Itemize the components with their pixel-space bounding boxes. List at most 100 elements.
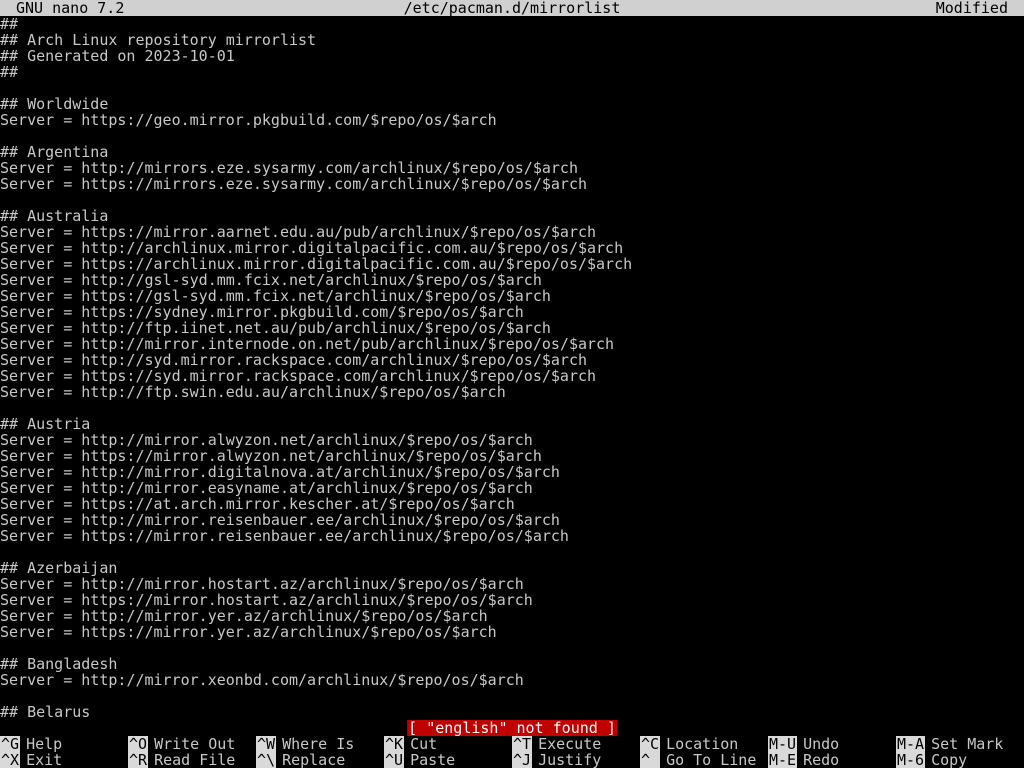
status-message: [ "english" not found ] <box>407 719 617 737</box>
shortcut-replace[interactable]: ^\ Replace <box>256 752 384 768</box>
editor-line[interactable]: Server = https://gsl-syd.mm.fcix.net/arc… <box>0 288 1024 304</box>
editor-line[interactable]: Server = http://mirror.digitalnova.at/ar… <box>0 464 1024 480</box>
editor-line[interactable] <box>0 128 1024 144</box>
editor-line[interactable]: Server = https://mirror.yer.az/archlinux… <box>0 624 1024 640</box>
editor-line[interactable]: ## Austria <box>0 416 1024 432</box>
editor-line[interactable]: ## Arch Linux repository mirrorlist <box>0 32 1024 48</box>
title-bar: GNU nano 7.2 /etc/pacman.d/mirrorlist Mo… <box>0 0 1024 16</box>
editor-line[interactable]: Server = http://mirrors.eze.sysarmy.com/… <box>0 160 1024 176</box>
shortcut-execute[interactable]: ^T Execute <box>512 736 640 752</box>
modified-indicator: Modified <box>935 0 1008 16</box>
shortcut-exit[interactable]: ^X Exit <box>0 752 128 768</box>
shortcut-label: Help <box>26 736 63 752</box>
shortcut-key: ^T <box>512 736 533 752</box>
shortcut-label: Replace <box>282 752 346 768</box>
editor-line[interactable]: ## Australia <box>0 208 1024 224</box>
editor-line[interactable]: ## Azerbaijan <box>0 560 1024 576</box>
shortcut-row-top: ^G Help ^O Write Out ^W Where Is ^K Cut ^T Execut… <box>0 736 1024 752</box>
shortcut-key: ^G <box>0 736 21 752</box>
editor-line[interactable]: ## <box>0 16 1024 32</box>
shortcut-key: ^U <box>384 752 405 768</box>
editor-line[interactable]: Server = http://ftp.swin.edu.au/archlinu… <box>0 384 1024 400</box>
shortcut-redo[interactable]: M-E Redo <box>768 752 896 768</box>
shortcut-set-mark[interactable]: M-A Set Mark <box>896 736 1024 752</box>
editor-line[interactable]: Server = https://mirrors.eze.sysarmy.com… <box>0 176 1024 192</box>
text-editor[interactable]: ## ## Arch Linux repository mirrorlist ## … <box>0 16 1024 720</box>
shortcut-key: ^W <box>256 736 277 752</box>
shortcut-label: Set Mark <box>931 736 1004 752</box>
editor-line[interactable]: Server = http://ftp.iinet.net.au/pub/arc… <box>0 320 1024 336</box>
editor-line[interactable]: Server = https://mirror.alwyzon.net/arch… <box>0 448 1024 464</box>
shortcut-label: Read File <box>154 752 236 768</box>
editor-line[interactable]: Server = https://mirror.hostart.az/archl… <box>0 592 1024 608</box>
shortcut-paste[interactable]: ^U Paste <box>384 752 512 768</box>
editor-line[interactable] <box>0 80 1024 96</box>
shortcut-label: Copy <box>931 752 968 768</box>
editor-line[interactable]: ## Argentina <box>0 144 1024 160</box>
shortcut-label: Cut <box>410 736 438 752</box>
shortcut-where-is[interactable]: ^W Where Is <box>256 736 384 752</box>
nano-terminal: GNU nano 7.2 /etc/pacman.d/mirrorlist Mo… <box>0 0 1024 768</box>
editor-line[interactable] <box>0 192 1024 208</box>
editor-line[interactable]: Server = https://sydney.mirror.pkgbuild.… <box>0 304 1024 320</box>
editor-line[interactable]: ## <box>0 64 1024 80</box>
shortcut-label: Go To Line <box>666 752 757 768</box>
shortcut-label: Where Is <box>282 736 355 752</box>
shortcut-help[interactable]: ^G Help <box>0 736 128 752</box>
shortcut-key: ^K <box>384 736 405 752</box>
shortcut-key: ^X <box>0 752 21 768</box>
shortcut-justify[interactable]: ^J Justify <box>512 752 640 768</box>
shortcut-key: ^R <box>128 752 149 768</box>
editor-line[interactable]: Server = http://syd.mirror.rackspace.com… <box>0 352 1024 368</box>
shortcut-go-to-line[interactable]: ^_ Go To Line <box>640 752 768 768</box>
shortcut-key: M-6 <box>896 752 926 768</box>
editor-line[interactable] <box>0 544 1024 560</box>
shortcut-key: M-U <box>768 736 798 752</box>
editor-line[interactable] <box>0 400 1024 416</box>
shortcut-key: ^C <box>640 736 661 752</box>
editor-line[interactable]: Server = https://syd.mirror.rackspace.co… <box>0 368 1024 384</box>
shortcut-cut[interactable]: ^K Cut <box>384 736 512 752</box>
shortcut-key: ^O <box>128 736 149 752</box>
editor-line[interactable]: Server = http://gsl-syd.mm.fcix.net/arch… <box>0 272 1024 288</box>
shortcut-label: Execute <box>538 736 602 752</box>
editor-line[interactable]: Server = http://mirror.alwyzon.net/archl… <box>0 432 1024 448</box>
shortcut-key: ^J <box>512 752 533 768</box>
shortcut-label: Write Out <box>154 736 236 752</box>
shortcut-undo[interactable]: M-U Undo <box>768 736 896 752</box>
shortcut-label: Location <box>666 736 739 752</box>
shortcut-copy[interactable]: M-6 Copy <box>896 752 1024 768</box>
editor-line[interactable]: ## Belarus <box>0 704 1024 720</box>
shortcut-label: Paste <box>410 752 456 768</box>
shortcut-label: Redo <box>803 752 840 768</box>
shortcut-key: M-E <box>768 752 798 768</box>
shortcut-read-file[interactable]: ^R Read File <box>128 752 256 768</box>
editor-line[interactable]: Server = https://at.arch.mirror.kescher.… <box>0 496 1024 512</box>
editor-line[interactable]: Server = http://mirror.hostart.az/archli… <box>0 576 1024 592</box>
shortcut-label: Undo <box>803 736 840 752</box>
file-path: /etc/pacman.d/mirrorlist <box>403 0 621 16</box>
shortcut-write-out[interactable]: ^O Write Out <box>128 736 256 752</box>
editor-line[interactable] <box>0 688 1024 704</box>
editor-line[interactable]: Server = http://mirror.reisenbauer.ee/ar… <box>0 512 1024 528</box>
editor-line[interactable] <box>0 640 1024 656</box>
shortcut-key: ^\ <box>256 752 277 768</box>
editor-line[interactable]: Server = https://mirror.reisenbauer.ee/a… <box>0 528 1024 544</box>
editor-line[interactable]: Server = http://archlinux.mirror.digital… <box>0 240 1024 256</box>
editor-line[interactable]: Server = http://mirror.xeonbd.com/archli… <box>0 672 1024 688</box>
editor-line[interactable]: Server = https://geo.mirror.pkgbuild.com… <box>0 112 1024 128</box>
app-title: GNU nano 7.2 <box>16 0 125 16</box>
shortcut-key: M-A <box>896 736 926 752</box>
editor-line[interactable]: Server = https://mirror.aarnet.edu.au/pu… <box>0 224 1024 240</box>
editor-line[interactable]: Server = http://mirror.internode.on.net/… <box>0 336 1024 352</box>
editor-line[interactable]: Server = http://mirror.yer.az/archlinux/… <box>0 608 1024 624</box>
shortcut-label: Exit <box>26 752 63 768</box>
editor-line[interactable]: Server = http://mirror.easyname.at/archl… <box>0 480 1024 496</box>
editor-line[interactable]: ## Bangladesh <box>0 656 1024 672</box>
editor-line[interactable]: ## Worldwide <box>0 96 1024 112</box>
shortcut-label: Justify <box>538 752 602 768</box>
editor-line[interactable]: ## Generated on 2023-10-01 <box>0 48 1024 64</box>
editor-line[interactable]: Server = https://archlinux.mirror.digita… <box>0 256 1024 272</box>
shortcut-location[interactable]: ^C Location <box>640 736 768 752</box>
shortcut-row-bottom: ^X Exit ^R Read File ^\ Replace ^U Paste ^J Justi… <box>0 752 1024 768</box>
